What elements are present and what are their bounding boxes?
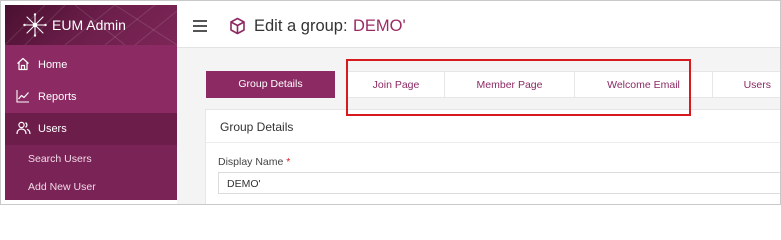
- card-title: Group Details: [220, 120, 294, 134]
- display-name-input[interactable]: DEMO': [218, 172, 780, 194]
- tab-group-details[interactable]: Group Details: [206, 71, 335, 98]
- hamburger-menu-icon[interactable]: [193, 20, 207, 32]
- display-name-value: DEMO': [227, 178, 261, 190]
- tab-join-page[interactable]: Join Page: [347, 71, 445, 98]
- page-title: Edit a group:: [254, 17, 348, 35]
- tab-users[interactable]: Users: [712, 71, 780, 98]
- sidebar-subitem-search-users[interactable]: Search Users: [5, 145, 177, 173]
- app-title: EUM Admin: [52, 17, 126, 33]
- starburst-logo-icon: [23, 13, 47, 37]
- chart-line-icon: [16, 90, 29, 103]
- sidebar-subitem-label: Search Users: [28, 153, 92, 165]
- main-content: Group Details Join Page Member Page Welc…: [177, 48, 780, 204]
- sidebar: EUM Admin Home Reports Users Search User…: [5, 5, 177, 200]
- group-details-card: Group Details Display Name * DEMO': [205, 109, 780, 204]
- sidebar-item-label: Home: [38, 59, 68, 71]
- sidebar-item-label: Reports: [38, 91, 77, 103]
- sidebar-subitem-add-new-user[interactable]: Add New User: [5, 173, 177, 200]
- brand-header: EUM Admin: [5, 5, 177, 45]
- cube-icon: [230, 17, 245, 35]
- tab-welcome-email[interactable]: Welcome Email: [574, 71, 713, 98]
- sidebar-item-label: Users: [38, 123, 67, 135]
- page-header: Edit a group: DEMO': [177, 5, 780, 48]
- users-icon: [16, 121, 31, 135]
- group-name-title: DEMO': [353, 17, 406, 35]
- required-marker: *: [286, 156, 291, 168]
- display-name-label: Display Name *: [218, 156, 290, 168]
- display-name-label-text: Display Name: [218, 156, 284, 168]
- sidebar-item-users[interactable]: Users: [5, 113, 177, 145]
- sidebar-item-home[interactable]: Home: [5, 49, 177, 81]
- sidebar-item-reports[interactable]: Reports: [5, 81, 177, 113]
- app-window: EUM Admin Home Reports Users Search User…: [0, 0, 781, 205]
- tab-member-page[interactable]: Member Page: [444, 71, 575, 98]
- card-header: Group Details: [206, 110, 780, 143]
- home-icon: [17, 57, 29, 71]
- sidebar-subitem-label: Add New User: [28, 181, 96, 193]
